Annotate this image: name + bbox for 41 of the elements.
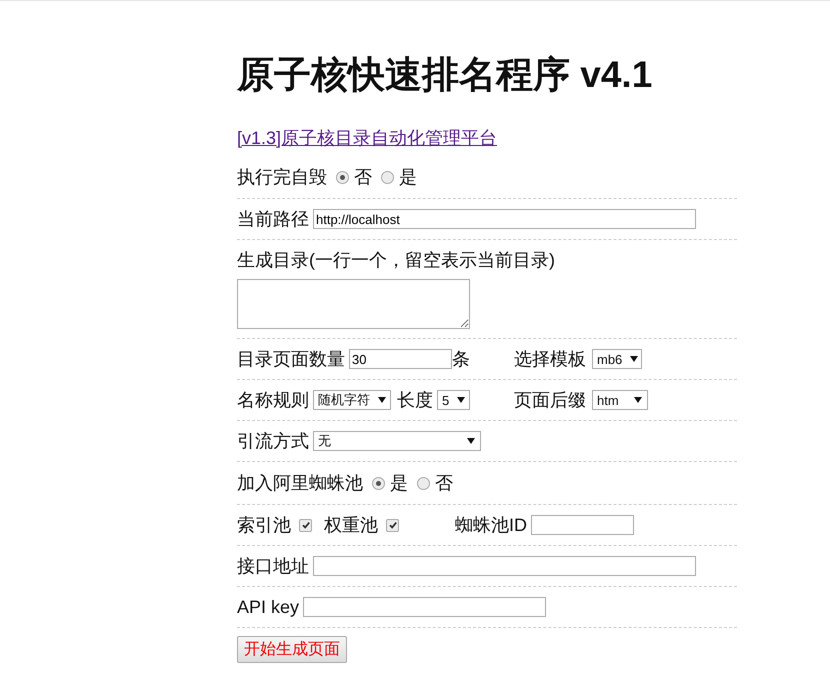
caret-icon bbox=[467, 438, 475, 444]
field-label: 蜘蛛池ID bbox=[455, 514, 527, 536]
input-field[interactable] bbox=[313, 556, 696, 576]
field-label: 名称规则 bbox=[237, 389, 309, 411]
page-title: 原子核快速排名程序 v4.1 bbox=[237, 53, 654, 97]
caret-icon bbox=[378, 397, 386, 403]
caret-icon bbox=[630, 356, 638, 362]
input-field[interactable]: http://localhost bbox=[313, 209, 696, 229]
dropdown[interactable]: 无 bbox=[313, 431, 481, 451]
field-label: 接口地址 bbox=[237, 555, 309, 577]
checkbox[interactable] bbox=[386, 518, 399, 532]
radio-button[interactable]: 是 bbox=[372, 471, 408, 495]
checkbox-label: 权重池 bbox=[324, 514, 378, 536]
field-label: 选择模板 bbox=[514, 348, 586, 370]
radio-button[interactable]: 否 bbox=[417, 471, 453, 495]
checkbox[interactable] bbox=[299, 518, 312, 532]
field-label: 生成目录(一行一个，留空表示当前目录) bbox=[237, 249, 555, 271]
field-label: 当前路径 bbox=[237, 208, 309, 230]
field-label: 加入阿里蜘蛛池 bbox=[237, 472, 363, 494]
start-button[interactable]: 开始生成页面 bbox=[237, 636, 347, 663]
caret-icon bbox=[457, 397, 466, 403]
field-label: 执行完自毁 bbox=[237, 166, 327, 188]
dropdown[interactable]: 随机字符 bbox=[313, 390, 391, 410]
dropdown[interactable]: mb6 bbox=[592, 349, 642, 369]
field-label: API key bbox=[237, 596, 300, 618]
input-field[interactable] bbox=[531, 515, 634, 535]
radio-button[interactable]: 否 bbox=[336, 165, 372, 189]
field-label: 引流方式 bbox=[237, 430, 309, 452]
field-label: 条 bbox=[452, 348, 470, 370]
field-label: 目录页面数量 bbox=[237, 348, 345, 370]
field-label: 页面后缀 bbox=[514, 389, 586, 411]
textarea-field[interactable] bbox=[237, 279, 470, 329]
input-field[interactable]: 30 bbox=[349, 349, 452, 369]
dropdown[interactable]: 5 bbox=[437, 390, 470, 410]
platform-link[interactable]: [v1.3]原子核目录自动化管理平台 bbox=[237, 128, 498, 148]
checkbox-label: 索引池 bbox=[237, 514, 291, 536]
input-field[interactable] bbox=[303, 597, 546, 617]
field-label: 长度 bbox=[397, 389, 433, 411]
caret-icon bbox=[634, 397, 642, 403]
radio-button[interactable]: 是 bbox=[381, 165, 417, 189]
dropdown[interactable]: htm bbox=[592, 390, 648, 410]
